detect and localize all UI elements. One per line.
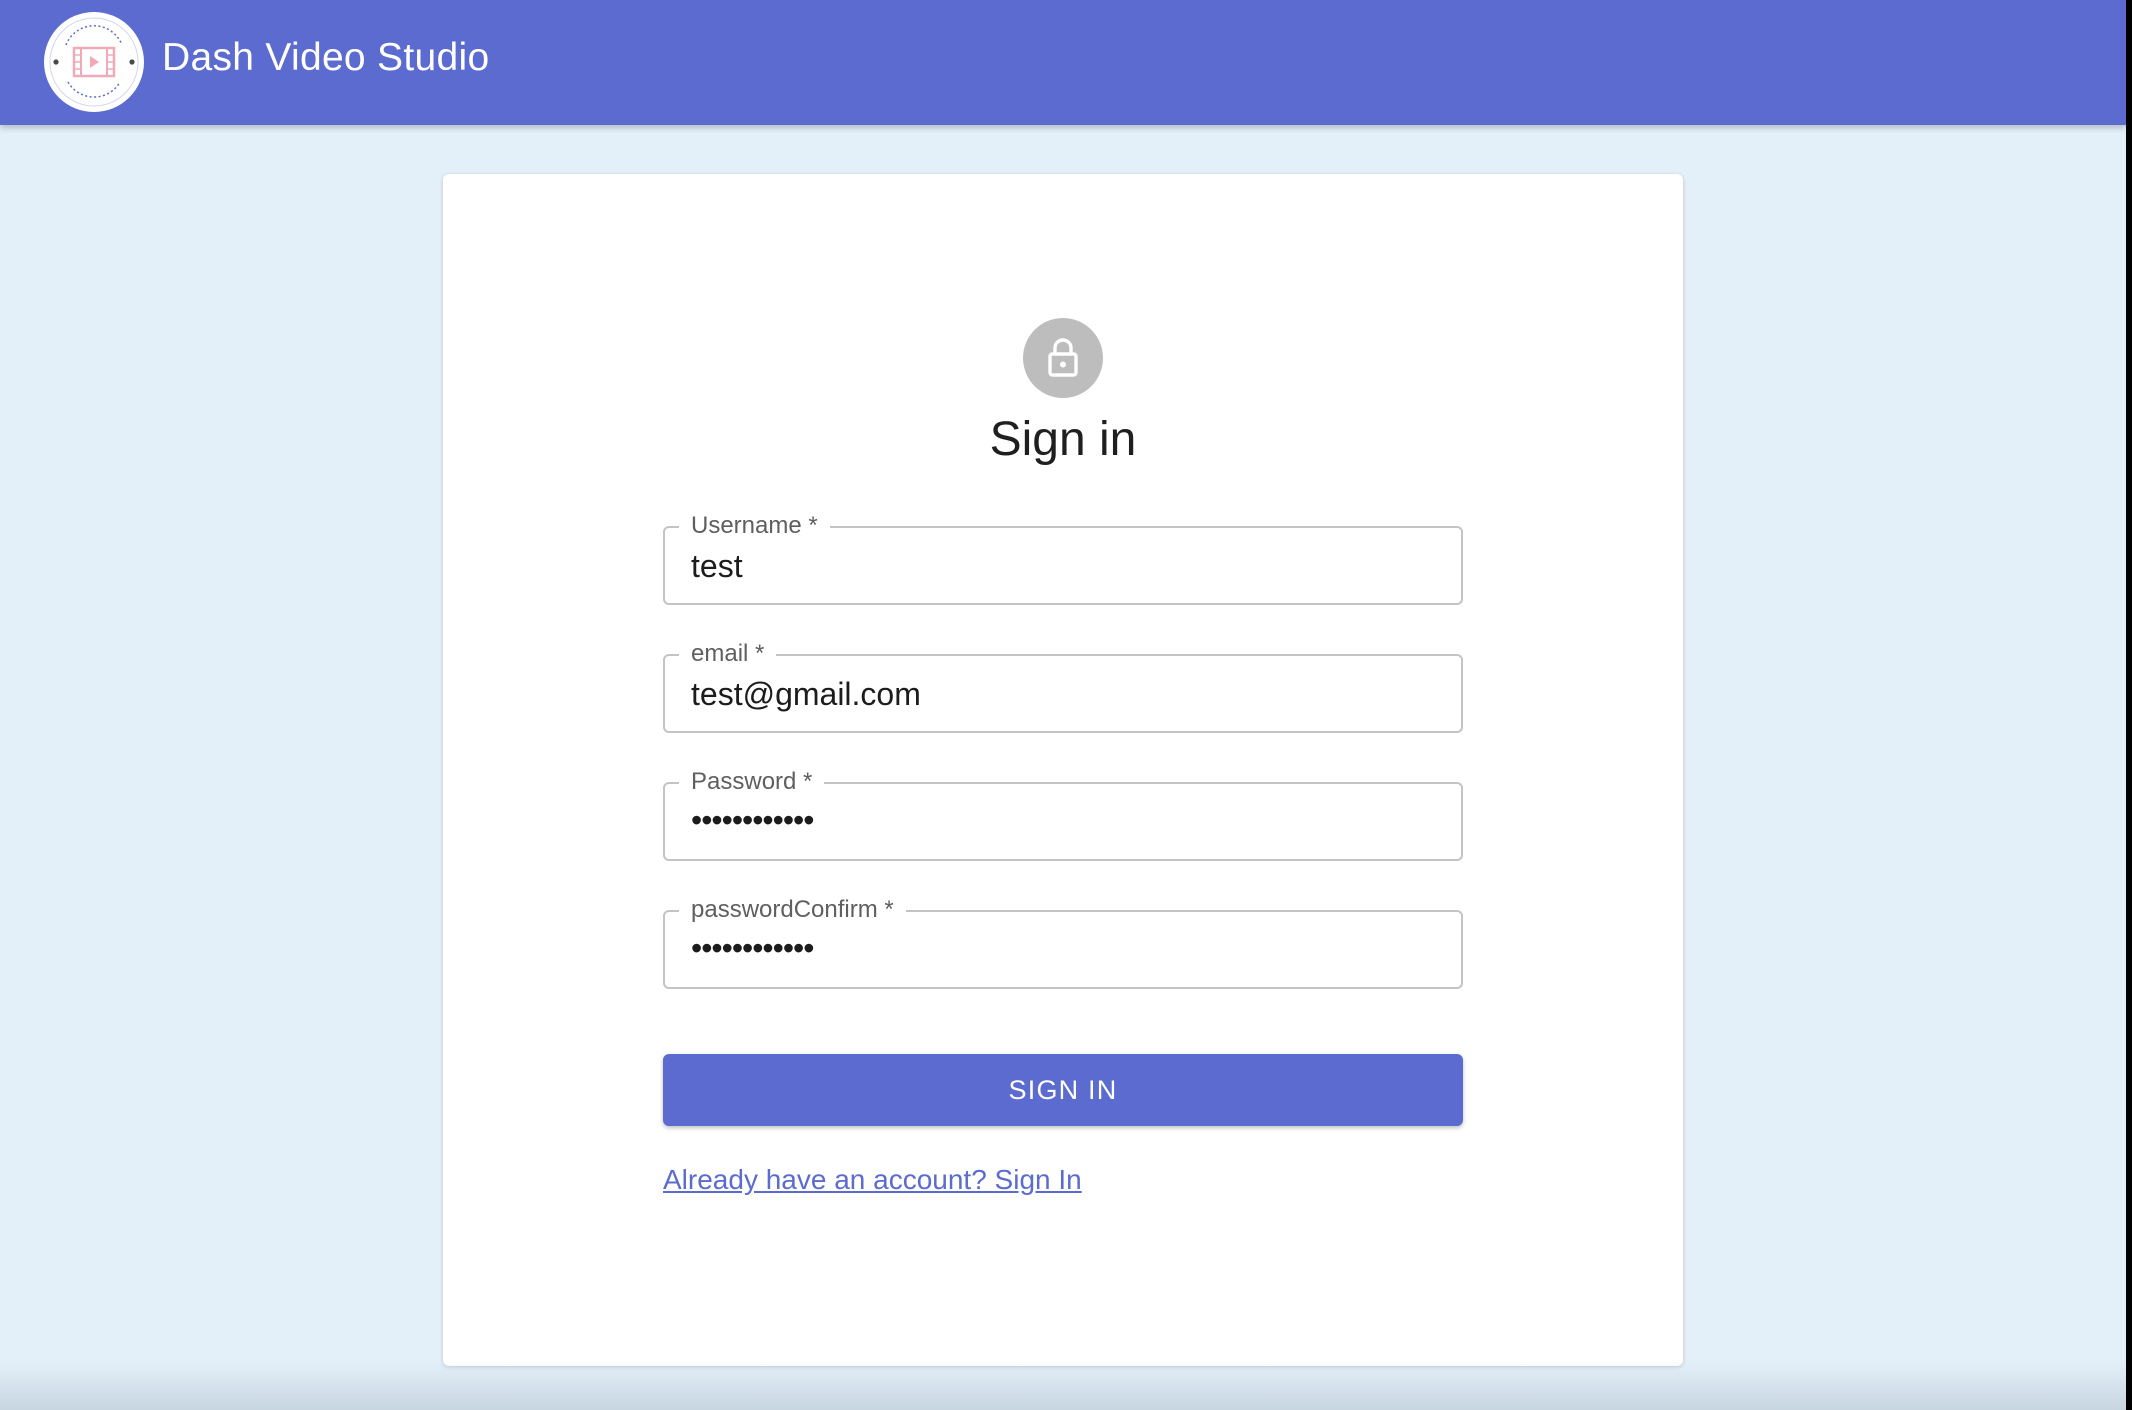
app-bar: Dash Video Studio	[0, 0, 2126, 125]
email-label: email *	[679, 638, 777, 670]
password-confirm-label: passwordConfirm *	[679, 894, 906, 926]
username-label: Username *	[679, 510, 830, 542]
password-field[interactable]: Password * ••••••••••••	[663, 766, 1463, 861]
bottom-shadow	[0, 1360, 2126, 1410]
username-value: test	[691, 548, 743, 584]
username-field[interactable]: Username * test	[663, 510, 1463, 605]
email-value: test@gmail.com	[691, 676, 921, 712]
sign-in-button[interactable]: SIGN IN	[663, 1054, 1463, 1126]
app-logo[interactable]	[44, 12, 144, 112]
password-value: ••••••••••••	[691, 802, 814, 838]
page-title: Sign in	[989, 413, 1137, 466]
lock-icon	[1048, 338, 1078, 377]
app-title: Dash Video Studio	[162, 36, 490, 79]
app-window: Dash Video Studio Sign in Username * tes…	[0, 0, 2126, 1410]
already-have-account-link[interactable]: Already have an account? Sign In	[663, 1164, 1082, 1196]
password-confirm-value: ••••••••••••	[691, 930, 814, 966]
password-confirm-field[interactable]: passwordConfirm * ••••••••••••	[663, 894, 1463, 989]
sign-in-card: Sign in Username * test email * test@gma…	[443, 174, 1683, 1366]
lock-avatar	[1023, 318, 1103, 398]
film-strip-play-icon	[45, 13, 143, 111]
password-label: Password *	[679, 766, 825, 798]
email-field[interactable]: email * test@gmail.com	[663, 638, 1463, 733]
